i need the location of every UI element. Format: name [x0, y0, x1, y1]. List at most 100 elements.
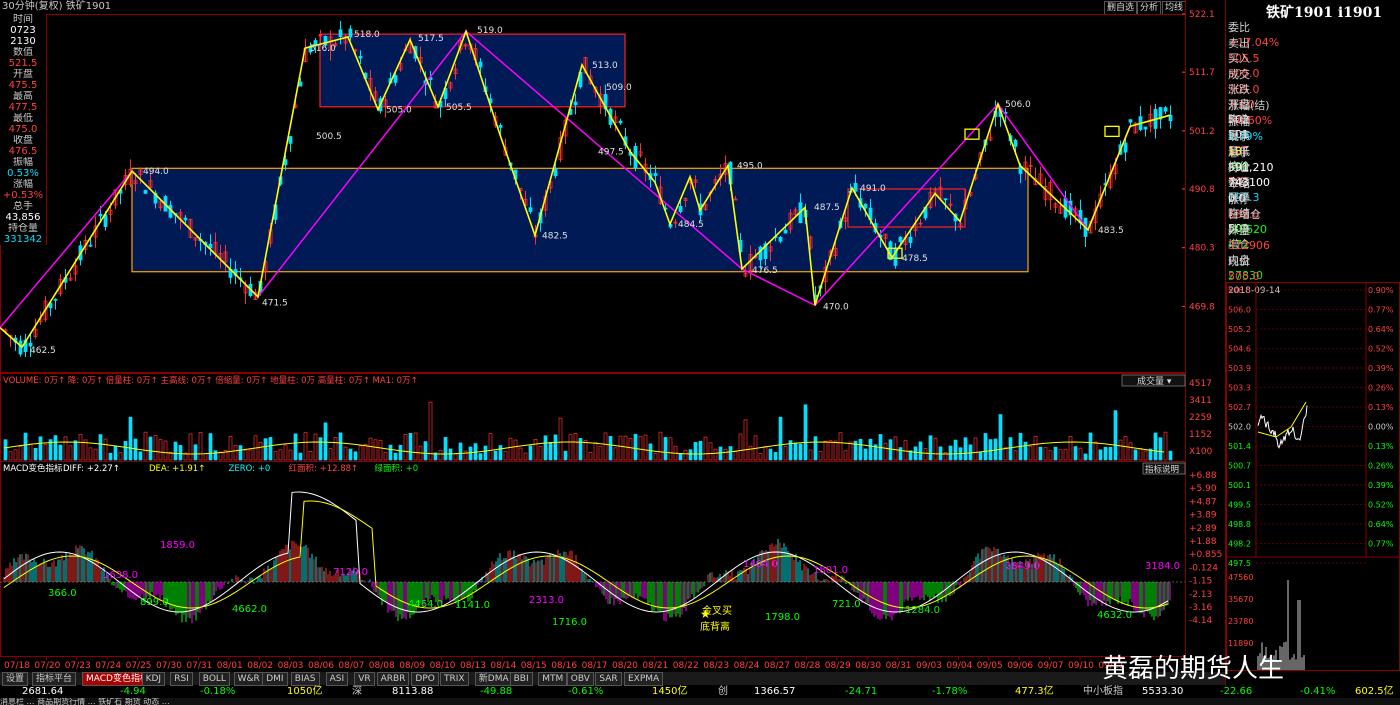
tab-3[interactable]: KDJ [141, 672, 166, 686]
macd-value-label: 899.0 [140, 597, 169, 608]
tab-19[interactable]: EXPMA [624, 672, 664, 686]
tab-10[interactable]: VR [354, 672, 375, 686]
candle-body [1163, 107, 1168, 112]
tab-4[interactable]: RSI [170, 672, 193, 686]
volume-bar [848, 441, 853, 461]
volume-bar [438, 449, 443, 461]
volume-bar [718, 446, 723, 461]
volume-bar [133, 438, 138, 461]
macd-value-label: 2313.0 [529, 595, 564, 606]
macd-value-label: 366.0 [48, 588, 77, 599]
candle-body [1143, 126, 1148, 130]
date-tick-label: 08/10 [430, 661, 456, 671]
info-label: 持仓量 [8, 223, 38, 234]
info-value: 477.5 [8, 102, 38, 113]
volume-bar [768, 448, 773, 461]
intraday-mini-chart[interactable]: 506.5 506.0 505.2 504.6 503.9 503.3 502.7 502.0… [1226, 282, 1400, 672]
volume-bar [378, 439, 383, 461]
info-value: 0.53% [7, 168, 39, 179]
quote-row-label: 涨停 [1228, 192, 1250, 206]
volume-bar [1158, 437, 1163, 461]
quote-row-label: 今结 [1228, 177, 1250, 190]
mini-pct-label: 0.64% [1368, 520, 1394, 529]
date-tick-label: 07/25 [126, 661, 152, 671]
date-tick-label: 08/09 [399, 661, 425, 671]
quote-row: 成交 505.0 开盘 502 [1228, 67, 1400, 126]
date-tick-label: 08/29 [825, 661, 851, 671]
volume-bar [1048, 450, 1053, 461]
index-value: 深 [352, 686, 362, 697]
volume-bar [138, 451, 143, 461]
volume-bar [743, 419, 748, 461]
tab-18[interactable]: SAR [595, 672, 622, 686]
tab-0[interactable]: 设置 [2, 672, 29, 686]
macd-value-label: 4662.0 [232, 604, 267, 615]
tab-15[interactable]: BBI [509, 672, 533, 686]
volume-bar [933, 437, 938, 461]
candle-body [653, 173, 658, 176]
volume-bar [683, 449, 688, 461]
quote-row-label: 外盘 [1228, 223, 1250, 237]
tab-12[interactable]: DPO [411, 672, 439, 686]
volume-bar [228, 436, 233, 461]
candle-body [898, 236, 903, 242]
volume-bar [1073, 446, 1078, 461]
tab-16[interactable]: MTM [538, 672, 568, 686]
index-value: 1366.57 [754, 686, 796, 697]
price-axis-label: 480.3 [1189, 244, 1215, 254]
tab-17[interactable]: OBV [566, 672, 594, 686]
tab-6[interactable]: W&R [233, 672, 264, 686]
date-tick-label: 08/03 [278, 661, 304, 671]
volume-bar [888, 439, 893, 461]
pivot-price-label: 497.5 [598, 148, 624, 158]
volume-bar [1153, 432, 1158, 461]
volume-bar [153, 434, 158, 461]
tab-14[interactable]: 新DMA [474, 672, 513, 686]
mini-pct-label: 0.64% [1368, 325, 1394, 334]
quote-row-label: 振幅 [1228, 114, 1250, 128]
price-axis-label: 511.7 [1189, 68, 1215, 78]
candle-body [528, 207, 533, 212]
volume-bar [123, 440, 128, 461]
candle-body [678, 206, 683, 213]
volume-bar [58, 444, 63, 461]
pivot-price-label: 509.0 [606, 83, 632, 93]
volume-bar [198, 432, 203, 461]
date-tick-label: 08/13 [460, 661, 486, 671]
volume-bar [733, 451, 738, 461]
price-axis-label: 469.8 [1189, 302, 1215, 312]
tab-8[interactable]: BIAS [290, 672, 320, 686]
now-price-label: 现价 [1228, 255, 1250, 268]
volume-bar [523, 452, 528, 461]
macd-legend-item: DIFF: +2.27↑ [63, 464, 120, 474]
kline-chart[interactable]: 522.1 511.7 501.2 490.8 480.3 469.8 494.0 471.5… [0, 0, 1225, 672]
tab-1[interactable]: 指标平台 [32, 672, 77, 686]
volume-bar [918, 441, 923, 461]
range-box-red-top [319, 33, 626, 108]
index-value: 602.5亿 [1355, 686, 1394, 697]
volume-bar [1103, 446, 1108, 461]
macd-value-label: 721.0 [832, 599, 861, 610]
tab-11[interactable]: ARBR [376, 672, 410, 686]
volume-bar [928, 435, 933, 461]
tab-7[interactable]: DMI [262, 672, 288, 686]
volume-bar [548, 441, 553, 461]
date-tick-label: 07/30 [156, 661, 182, 671]
macd-axis-label: +6.88 [1189, 471, 1217, 481]
volume-bar [638, 435, 643, 461]
tab-5[interactable]: BOLL [198, 672, 230, 686]
tab-13[interactable]: TRIX [440, 672, 469, 686]
tab-9[interactable]: ASI [325, 672, 349, 686]
date-tick-label: 08/20 [612, 661, 638, 671]
mini-pct-label: 0.39% [1368, 481, 1394, 490]
volume-bar [13, 449, 18, 461]
macd-bars-group [3, 538, 1171, 624]
volume-bar [68, 445, 73, 461]
date-tick-label: 08/24 [734, 661, 760, 671]
candle-body [88, 244, 93, 247]
pivot-price-label: 494.0 [143, 167, 169, 177]
volume-bar [803, 404, 808, 461]
info-value: 0723 [10, 25, 36, 36]
news-ticker[interactable]: 消息栏 … 商品期货行情 … 铁矿石 期货 动态 … [0, 698, 1400, 705]
candle-body [853, 182, 858, 192]
